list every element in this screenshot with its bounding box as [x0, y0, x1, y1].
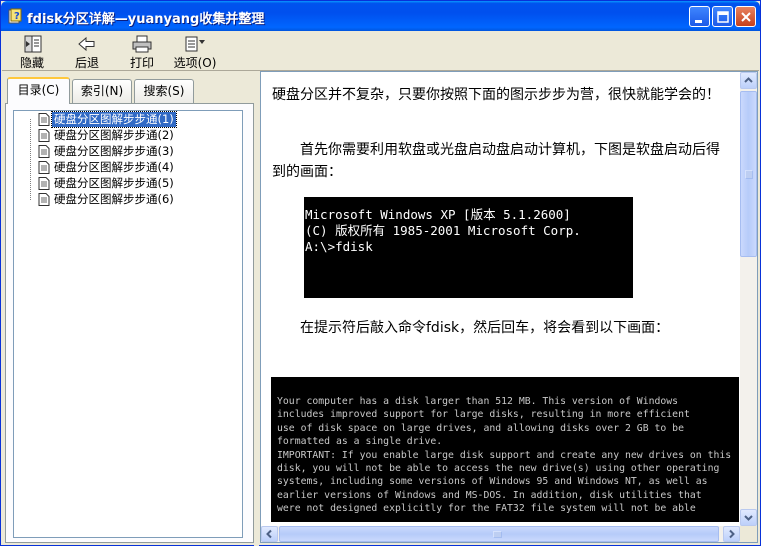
document-icon	[38, 129, 50, 142]
arrow-right-icon	[729, 529, 735, 539]
tree-connector	[30, 119, 31, 200]
console-line: A:\>fdisk	[305, 239, 373, 254]
print-label: 打印	[129, 56, 154, 70]
print-button[interactable]: 打印	[117, 33, 167, 70]
back-arrow-icon	[78, 36, 95, 52]
vertical-scroll-thumb[interactable]	[740, 91, 757, 257]
contents-tree[interactable]: 硬盘分区图解步步通(1) 硬盘分区图解步步通(2) 硬盘分区图解步步通(3) 硬…	[13, 110, 243, 538]
vertical-scrollbar[interactable]	[740, 72, 757, 526]
scroll-up-button[interactable]	[740, 72, 757, 89]
help-window: ? fdisk分区详解—yuanyang收集并整理 隐藏 后退 打印 选项(O)…	[0, 0, 761, 546]
console-line: Your computer has a disk larger than 512…	[277, 396, 679, 407]
tab-index[interactable]: 索引(N)	[72, 79, 132, 103]
tab-contents[interactable]: 目录(C)	[7, 77, 70, 104]
grip-icon	[493, 531, 502, 538]
dos-screenshot-1: Microsoft Windows XP [版本 5.1.2600] (C) 版…	[304, 197, 633, 298]
hide-label: 隐藏	[19, 56, 44, 70]
tab-search[interactable]: 搜索(S)	[134, 79, 194, 103]
console-line: IMPORTANT: If you enable large disk supp…	[277, 449, 732, 461]
help-file-icon: ?	[8, 8, 22, 24]
console-line: formatted as a single drive.	[277, 436, 443, 448]
document-icon	[38, 161, 50, 174]
console-line: use of disk space on large drives, and a…	[277, 422, 684, 434]
arrow-left-icon	[266, 529, 272, 539]
boot-paragraph: 首先你需要利用软盘或光盘启动盘启动计算机，下图是软盘启动后得到的画面：	[272, 142, 720, 180]
tree-item-label: 硬盘分区图解步步通(2)	[54, 128, 174, 142]
console-line: disk, you will not be able to access the…	[277, 463, 720, 475]
maximize-button[interactable]	[712, 6, 733, 27]
document-icon	[38, 145, 50, 158]
maximize-icon	[717, 11, 729, 23]
tree-item-label: 硬盘分区图解步步通(6)	[54, 192, 174, 206]
options-button[interactable]: 选项(O)	[170, 33, 220, 70]
content-pane: 硬盘分区并不复杂，只要你按照下面的图示步步为营，很快就能学会的！ 首先你需要利用…	[260, 71, 758, 543]
console-line: were not designed explicitly for the FAT…	[277, 503, 696, 515]
minimize-icon	[695, 20, 702, 23]
pane-splitter[interactable]	[254, 71, 259, 546]
tree-item-label: 硬盘分区图解步步通(4)	[54, 160, 174, 174]
grip-icon	[745, 170, 753, 179]
intro-paragraph: 硬盘分区并不复杂，只要你按照下面的图示步步为营，很快就能学会的！	[272, 87, 720, 103]
scroll-down-button[interactable]	[740, 509, 757, 526]
tab-panel: 硬盘分区图解步步通(1) 硬盘分区图解步步通(2) 硬盘分区图解步步通(3) 硬…	[5, 103, 254, 543]
horizontal-scrollbar[interactable]	[261, 526, 740, 542]
scroll-right-button[interactable]	[723, 526, 740, 542]
hide-icon	[24, 35, 42, 53]
printer-icon	[132, 35, 152, 53]
tree-item-label: 硬盘分区图解步步通(1)	[51, 111, 177, 128]
arrow-down-icon	[744, 515, 753, 521]
back-label: 后退	[74, 56, 99, 70]
svg-text:?: ?	[14, 11, 20, 22]
console-line: Microsoft Windows XP [版本 5.1.2600]	[305, 207, 571, 222]
scrollbar-corner	[740, 526, 757, 542]
tree-item-label: 硬盘分区图解步步通(3)	[54, 144, 174, 158]
console-line: systems, including some versions of Wind…	[277, 476, 708, 488]
close-icon	[741, 12, 751, 22]
window-title: fdisk分区详解—yuanyang收集并整理	[27, 12, 265, 27]
scroll-left-button[interactable]	[261, 526, 278, 542]
console-line: includes improved support for large disk…	[277, 409, 690, 421]
back-button[interactable]: 后退	[62, 33, 112, 70]
document-icon	[38, 193, 50, 206]
options-label: 选项(O)	[173, 56, 217, 70]
console-line: (C) 版权所有 1985-2001 Microsoft Corp.	[305, 223, 581, 238]
hide-button[interactable]: 隐藏	[7, 33, 57, 70]
console-line: earlier versions of Windows and MS-DOS. …	[277, 489, 702, 501]
horizontal-scroll-thumb[interactable]	[279, 526, 719, 542]
toolbar: 隐藏 后退 打印 选项(O)	[2, 31, 759, 71]
title-bar[interactable]: ? fdisk分区详解—yuanyang收集并整理	[1, 1, 760, 31]
close-button[interactable]	[735, 6, 756, 27]
options-icon	[185, 36, 205, 52]
document-icon	[38, 113, 50, 126]
minimize-button[interactable]	[689, 6, 710, 27]
document-icon	[38, 177, 50, 190]
navigation-pane: 目录(C) 索引(N) 搜索(S) 硬盘分区图解步步通(1) 硬盘分区图解步步通…	[5, 74, 254, 543]
fdisk-screenshot: Your computer has a disk larger than 512…	[271, 377, 739, 522]
arrow-up-icon	[744, 77, 753, 83]
tree-item-label: 硬盘分区图解步步通(5)	[54, 176, 174, 190]
fdisk-paragraph: 在提示符后敲入命令fdisk，然后回车，将会看到以下画面：	[272, 320, 670, 336]
